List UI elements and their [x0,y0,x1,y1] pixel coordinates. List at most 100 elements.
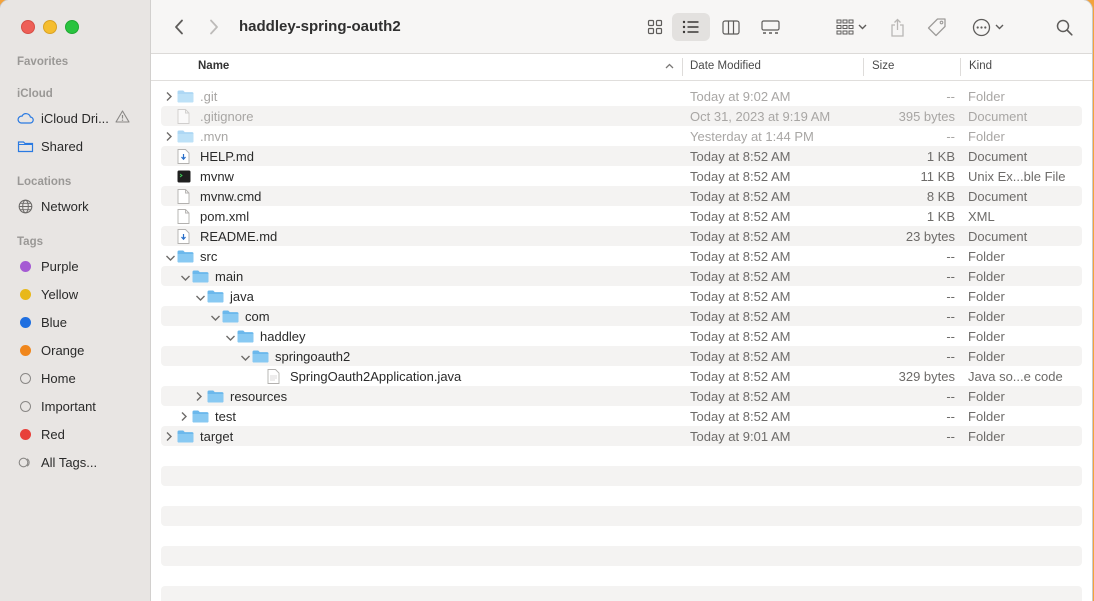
share-button[interactable] [886,13,908,41]
sidebar-tag-yellow[interactable]: Yellow [17,283,145,305]
file-size: -- [946,349,955,364]
table-row[interactable]: mvnw Today at 8:52 AM 11 KB Unix Ex...ble F… [161,166,1082,186]
empty-row [161,486,1082,506]
forward-button[interactable] [203,13,225,41]
sidebar-item-icloud-drive[interactable]: iCloud Dri... [17,107,145,129]
search-button[interactable] [1053,13,1075,41]
file-name-cell[interactable]: java [207,289,254,304]
file-name-cell[interactable]: HELP.md [177,149,254,164]
table-row[interactable]: src Today at 8:52 AM -- Folder [161,246,1082,266]
table-row[interactable]: target Today at 9:01 AM -- Folder [161,426,1082,446]
group-by-button[interactable] [832,13,870,41]
table-row[interactable]: HELP.md Today at 8:52 AM 1 KB Document [161,146,1082,166]
sidebar-tag-blue[interactable]: Blue [17,311,145,333]
file-name-cell[interactable]: SpringOauth2Application.java [267,369,461,384]
sidebar-item-label: Blue [41,314,68,330]
more-actions-button[interactable] [969,13,1007,41]
gallery-view-button[interactable] [755,13,785,41]
close-window-button[interactable] [21,20,35,34]
file-date: Today at 8:52 AM [690,409,791,424]
file-size: 329 bytes [898,369,955,384]
file-name-cell[interactable]: resources [207,389,287,404]
file-name-cell[interactable]: README.md [177,229,277,244]
disclosure-collapsed-icon[interactable] [180,410,190,422]
icon-view-button[interactable] [640,13,670,41]
sidebar-item-network[interactable]: Network [17,195,145,217]
table-row[interactable]: resources Today at 8:52 AM -- Folder [161,386,1082,406]
window-controls [21,20,79,34]
folder-icon [222,309,239,323]
table-row[interactable]: com Today at 8:52 AM -- Folder [161,306,1082,326]
sidebar-item-shared[interactable]: Shared [17,135,145,157]
sidebar-tag-red[interactable]: Red [17,423,145,445]
file-name-cell[interactable]: mvnw [177,169,234,184]
disclosure-expanded-icon[interactable] [225,330,235,342]
sort-ascending-icon[interactable] [665,63,674,69]
favorites-section-label[interactable]: Favorites [17,56,68,68]
disclosure-collapsed-icon[interactable] [165,430,175,442]
file-name-cell[interactable]: .mvn [177,129,228,144]
table-row[interactable]: springoauth2 Today at 8:52 AM -- Folder [161,346,1082,366]
zoom-window-button[interactable] [65,20,79,34]
file-name-cell[interactable]: com [222,309,270,324]
disclosure-expanded-icon[interactable] [165,250,175,262]
file-name-cell[interactable]: target [177,429,233,444]
column-header-kind[interactable]: Kind [969,60,992,72]
file-date: Today at 8:52 AM [690,289,791,304]
table-row[interactable]: pom.xml Today at 8:52 AM 1 KB XML [161,206,1082,226]
file-kind: Folder [968,269,1005,284]
list-view-button[interactable] [672,13,710,41]
disclosure-expanded-icon[interactable] [210,310,220,322]
file-name-cell[interactable]: pom.xml [177,209,249,224]
file-name-cell[interactable]: mvnw.cmd [177,188,262,204]
locations-section-label[interactable]: Locations [17,176,71,188]
table-row[interactable]: haddley Today at 8:52 AM -- Folder [161,326,1082,346]
table-row[interactable]: .mvn Yesterday at 1:44 PM -- Folder [161,126,1082,146]
sidebar-tag-important[interactable]: Important [17,395,145,417]
file-name-cell[interactable]: springoauth2 [252,349,350,364]
file-size: -- [946,389,955,404]
table-row[interactable]: java Today at 8:52 AM -- Folder [161,286,1082,306]
file-name-cell[interactable]: .gitignore [177,109,253,124]
column-divider[interactable] [682,58,683,76]
file-name-cell[interactable]: test [192,409,236,424]
disclosure-collapsed-icon[interactable] [195,390,205,402]
file-name-cell[interactable]: main [192,268,244,284]
column-view-button[interactable] [716,13,746,41]
column-divider[interactable] [960,58,961,76]
table-row[interactable]: README.md Today at 8:52 AM 23 bytes Documen… [161,226,1082,246]
table-row[interactable]: mvnw.cmd Today at 8:52 AM 8 KB Document [161,186,1082,206]
disclosure-expanded-icon[interactable] [195,290,205,302]
sidebar-all-tags[interactable]: All Tags... [17,451,145,473]
column-header-date[interactable]: Date Modified [690,60,761,72]
table-row[interactable]: SpringOauth2Application.java Today at 8:5… [161,366,1082,386]
disclosure-expanded-icon[interactable] [240,350,250,362]
tags-section-label[interactable]: Tags [17,236,43,248]
file-name-cell[interactable]: src [177,249,217,264]
icloud-section-label[interactable]: iCloud [17,88,53,100]
file-size: -- [946,129,955,144]
table-row[interactable]: main Today at 8:52 AM -- Folder [161,266,1082,286]
column-divider[interactable] [863,58,864,76]
file-name: mvnw.cmd [200,188,262,204]
table-row[interactable]: .git Today at 9:02 AM -- Folder [161,86,1082,106]
table-row[interactable]: .gitignore Oct 31, 2023 at 9:19 AM 395 byt… [161,106,1082,126]
file-name-cell[interactable]: .git [177,89,217,104]
column-header-name[interactable]: Name [198,60,229,72]
warning-icon[interactable] [115,110,130,126]
table-row[interactable]: test Today at 8:52 AM -- Folder [161,406,1082,426]
back-button[interactable] [168,13,190,41]
disclosure-collapsed-icon[interactable] [165,130,175,142]
sidebar-tag-purple[interactable]: Purple [17,255,145,277]
tag-icon [927,18,946,37]
file-name-cell[interactable]: haddley [237,329,306,344]
disclosure-expanded-icon[interactable] [180,270,190,282]
file-name: main [215,268,244,284]
column-header-size[interactable]: Size [872,60,894,72]
disclosure-collapsed-icon[interactable] [165,90,175,102]
sidebar-tag-home[interactable]: Home [17,367,145,389]
sidebar-tag-orange[interactable]: Orange [17,339,145,361]
tag-button[interactable] [924,13,950,41]
minimize-window-button[interactable] [43,20,57,34]
file-date: Today at 8:52 AM [690,229,791,244]
